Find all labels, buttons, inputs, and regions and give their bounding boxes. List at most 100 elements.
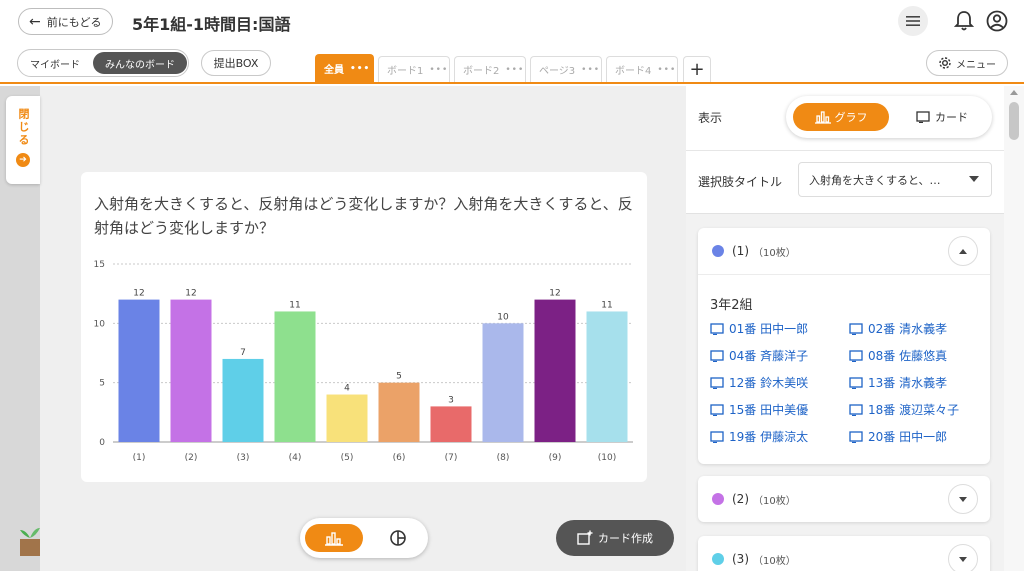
bar-chart: 0 5 10 15 12 (1) 12 (2) 7 (3) 11 (4) 4 (5) 5 (6) 3 (7) 10 (…: [94, 260, 633, 463]
choice-title-select[interactable]: 入射角を大きくすると、…: [798, 162, 992, 197]
bar: [326, 394, 368, 442]
create-card-button[interactable]: カード作成: [556, 520, 674, 556]
x-tick-label: (2): [185, 453, 198, 463]
board-tab-bar: マイボード みんなのボード 提出BOX 全員 ••• ボード1 ••• ボード2 ••…: [0, 44, 1024, 84]
option-color-dot: [712, 493, 724, 505]
card-icon: [849, 322, 863, 335]
tab-board-1[interactable]: ボード1 •••: [378, 56, 450, 82]
tab-board-4[interactable]: ボード4 •••: [606, 56, 678, 82]
student-card-link[interactable]: 15番 田中美優: [710, 401, 808, 418]
y-tick-label: 10: [94, 319, 106, 329]
divider: [698, 274, 990, 275]
option-header[interactable]: (3) （10枚）: [698, 536, 990, 571]
top-bar: ← 前にもどる 5年1組-1時間目:国語: [0, 0, 1024, 44]
student-name: 01番 田中一郎: [729, 322, 809, 336]
add-tab-button[interactable]: +: [683, 56, 711, 82]
my-board-tab[interactable]: マイボード: [18, 50, 92, 76]
card-icon: [849, 403, 863, 416]
scroll-thumb[interactable]: [1009, 102, 1019, 140]
panel-scrollbar[interactable]: [1004, 86, 1024, 571]
tab-label: ボード1: [387, 66, 424, 77]
option-card-2: (2) （10枚）: [698, 476, 990, 522]
panel-settings: 表示 グラフ カード 選択肢タイトル 入射角を大きくすると、…: [686, 86, 1004, 214]
tab-label: ボード2: [463, 66, 500, 77]
y-tick-label: 15: [94, 260, 105, 270]
back-label: 前にもどる: [46, 15, 102, 29]
close-side-tab[interactable]: 閉じる ➔: [6, 96, 40, 184]
student-card-link[interactable]: 01番 田中一郎: [710, 320, 808, 337]
bar: [378, 382, 420, 442]
tab-board-2[interactable]: ボード2 •••: [454, 56, 526, 82]
card-label: カード: [935, 111, 968, 124]
collapse-button[interactable]: [948, 236, 978, 266]
menu-label: メニュー: [956, 59, 996, 71]
hamburger-menu-button[interactable]: [898, 6, 928, 36]
option-color-dot: [712, 553, 724, 565]
option-label: (1): [732, 244, 749, 258]
menu-button[interactable]: メニュー: [926, 50, 1008, 76]
tab-page-3[interactable]: ページ3 •••: [530, 56, 602, 82]
option-header[interactable]: (1) （10枚）: [698, 228, 990, 274]
back-button[interactable]: ← 前にもどる: [18, 8, 113, 35]
tab-label: ボード4: [615, 66, 652, 77]
submit-box-button[interactable]: 提出BOX: [201, 50, 271, 76]
more-dots-icon[interactable]: •••: [350, 64, 370, 74]
option-card-1: (1) （10枚） 3年2組 01番 田中一郎 02番 清水義孝 04番 斉藤洋子 0…: [698, 228, 990, 464]
student-card-link[interactable]: 02番 清水義孝: [849, 320, 947, 337]
student-card-link[interactable]: 12番 鈴木美咲: [710, 374, 808, 391]
arrow-right-icon: ➔: [16, 153, 30, 167]
student-card-link[interactable]: 18番 渡辺菜々子: [849, 401, 959, 418]
bar-value-label: 12: [185, 289, 196, 299]
more-dots-icon[interactable]: •••: [657, 65, 676, 75]
graph-display-button[interactable]: グラフ: [793, 103, 889, 131]
student-name: 08番 佐藤悠真: [868, 349, 948, 363]
more-dots-icon[interactable]: •••: [505, 65, 524, 75]
option-color-dot: [712, 245, 724, 257]
pie-view-button[interactable]: [378, 524, 418, 552]
tab-all[interactable]: 全員 •••: [315, 54, 374, 82]
option-count: （10枚）: [753, 495, 796, 507]
card-display-button[interactable]: カード: [898, 103, 986, 131]
student-card-link[interactable]: 19番 伊藤涼太: [710, 428, 808, 445]
everyone-board-tab[interactable]: みんなのボード: [93, 52, 187, 74]
plant-icon: [20, 528, 40, 556]
bar: [118, 299, 160, 442]
student-card-link[interactable]: 08番 佐藤悠真: [849, 347, 947, 364]
option-header[interactable]: (2) （10枚）: [698, 476, 990, 522]
more-dots-icon[interactable]: •••: [581, 65, 600, 75]
side-panel: 表示 グラフ カード 選択肢タイトル 入射角を大きくすると、… (1) （10枚…: [686, 86, 1004, 571]
display-toggle: グラフ カード: [786, 96, 992, 138]
student-name: 19番 伊藤涼太: [729, 430, 809, 444]
bar-chart-icon: [325, 532, 343, 546]
bar: [534, 299, 576, 442]
x-tick-label: (8): [497, 453, 510, 463]
x-tick-label: (4): [289, 453, 302, 463]
bar-value-label: 4: [344, 384, 350, 394]
choice-title-value: 入射角を大きくすると、…: [809, 173, 941, 187]
divider: [686, 150, 1004, 151]
question-text: 入射角を大きくすると、反射角はどう変化しますか？入射角を大きくすると、反射角はど…: [94, 195, 633, 237]
choice-title-label: 選択肢タイトル: [698, 175, 783, 189]
card-icon: [710, 403, 724, 416]
bell-icon[interactable]: [954, 10, 974, 32]
tab-label: 全員: [324, 65, 344, 76]
option-card-3: (3) （10枚）: [698, 536, 990, 571]
scroll-up-icon[interactable]: [1010, 90, 1018, 95]
student-name: 12番 鈴木美咲: [729, 376, 809, 390]
chevron-down-icon: [959, 556, 967, 562]
more-dots-icon[interactable]: •••: [429, 65, 448, 75]
bar-value-label: 10: [497, 312, 509, 322]
expand-button[interactable]: [948, 484, 978, 514]
student-card-link[interactable]: 04番 斉藤洋子: [710, 347, 808, 364]
user-icon[interactable]: [986, 10, 1008, 32]
bar-view-button[interactable]: [305, 524, 363, 552]
expand-button[interactable]: [948, 544, 978, 571]
x-tick-label: (3): [237, 453, 250, 463]
create-card-label: カード作成: [598, 532, 653, 545]
x-tick-label: (5): [341, 453, 354, 463]
card-icon: [916, 111, 930, 123]
student-card-link[interactable]: 20番 田中一郎: [849, 428, 947, 445]
student-card-link[interactable]: 13番 清水義孝: [849, 374, 947, 391]
card-icon: [849, 349, 863, 362]
bar-value-label: 7: [240, 348, 246, 358]
